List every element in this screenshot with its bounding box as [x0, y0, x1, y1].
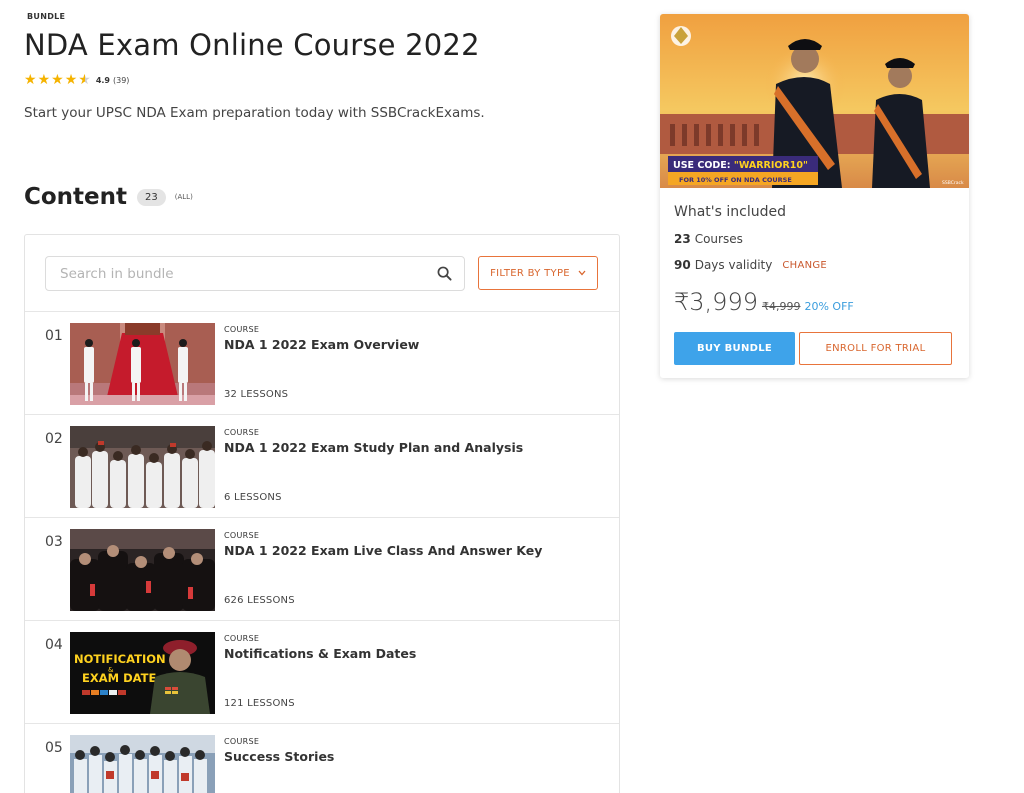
change-validity-link[interactable]: CHANGE — [782, 260, 827, 271]
discount-label: 20% OFF — [804, 300, 854, 313]
star-icon: ★ — [24, 72, 37, 88]
included-courses: 23 Courses — [674, 232, 959, 246]
content-title: Content — [24, 184, 128, 210]
banner-code-prefix: USE CODE: — [673, 160, 734, 171]
star-half-icon: ★ — [78, 72, 91, 88]
filter-label: FILTER BY TYPE — [490, 267, 570, 279]
filter-by-type-button[interactable]: FILTER BY TYPE — [478, 256, 598, 290]
bundle-card: USE CODE: "WARRIOR10" FOR 10% OFF ON NDA… — [660, 14, 969, 378]
search-icon[interactable] — [424, 257, 464, 290]
row-number: 03 — [45, 534, 63, 550]
list-item[interactable]: 05 COURSE Success Stories — [25, 723, 619, 793]
star-icon: ★ — [51, 72, 64, 88]
svg-text:USE CODE: "WARRIOR10": USE CODE: "WARRIOR10" — [673, 160, 808, 171]
content-all-label: (ALL) — [174, 193, 193, 201]
list-item[interactable]: 01 COURSE NDA 1 2022 Exam Overview 32 LE… — [25, 311, 619, 414]
lesson-count: 32 LESSONS — [224, 389, 289, 400]
courses-label: Courses — [694, 232, 743, 246]
rating-count[interactable]: (39) — [113, 76, 129, 85]
original-price: ₹4,999 — [761, 300, 801, 313]
buy-bundle-button[interactable]: BUY BUNDLE — [674, 332, 795, 365]
thumb-text-notification: NOTIFICATION — [74, 652, 166, 666]
row-kicker: COURSE — [224, 428, 260, 437]
lesson-count: 626 LESSONS — [224, 595, 295, 606]
list-item[interactable]: 03 COURSE NDA 1 2022 Exam Live Class And… — [25, 517, 619, 620]
course-title[interactable]: NDA 1 2022 Exam Overview — [224, 337, 419, 352]
course-thumbnail[interactable]: NOTIFICATION & EXAM DATE — [70, 632, 215, 714]
course-title[interactable]: NDA 1 2022 Exam Study Plan and Analysis — [224, 440, 523, 455]
content-count-badge: 23 — [137, 188, 166, 206]
search-input[interactable] — [46, 257, 424, 290]
course-title[interactable]: Success Stories — [224, 749, 334, 764]
row-number: 01 — [45, 328, 63, 344]
course-title[interactable]: NDA 1 2022 Exam Live Class And Answer Ke… — [224, 543, 542, 558]
row-kicker: COURSE — [224, 737, 260, 746]
row-kicker: COURSE — [224, 634, 260, 643]
lesson-count: 6 LESSONS — [224, 492, 282, 503]
row-kicker: COURSE — [224, 325, 260, 334]
rating-score: 4.9 — [95, 75, 110, 85]
bundle-banner-image: USE CODE: "WARRIOR10" FOR 10% OFF ON NDA… — [660, 14, 969, 188]
validity-label: Days validity — [694, 258, 773, 272]
course-thumbnail[interactable] — [70, 529, 215, 611]
courses-count: 23 — [674, 232, 691, 246]
rating: ★ ★ ★ ★ ★ 4.9 (39) — [24, 73, 129, 87]
enroll-trial-button[interactable]: ENROLL FOR TRIAL — [799, 332, 952, 365]
validity-count: 90 — [674, 258, 691, 272]
course-thumbnail[interactable] — [70, 735, 215, 793]
price-row: ₹3,999 ₹4,999 20% OFF — [674, 288, 959, 316]
thumb-text-exam-date: EXAM DATE — [82, 671, 156, 685]
content-panel: FILTER BY TYPE 01 — [24, 234, 620, 793]
course-title[interactable]: Notifications & Exam Dates — [224, 646, 416, 661]
row-number: 04 — [45, 637, 63, 653]
banner-credit: SSBCrack — [942, 180, 964, 186]
bundle-card-body: What's included 23 Courses 90 Days valid… — [674, 204, 959, 365]
list-item[interactable]: 04 NOTIFICATION & EXAM DATE COURSE Notif… — [25, 620, 619, 723]
chevron-down-icon — [578, 269, 586, 278]
course-list: 01 COURSE NDA 1 2022 Exam Overview 32 LE… — [25, 311, 619, 793]
bundle-description: Start your UPSC NDA Exam preparation tod… — [24, 105, 485, 121]
search-box — [45, 256, 465, 291]
lesson-count: 121 LESSONS — [224, 698, 295, 709]
star-icon: ★ — [64, 72, 78, 88]
content-heading: Content 23 (ALL) — [24, 184, 193, 210]
page-title: NDA Exam Online Course 2022 — [24, 28, 480, 62]
current-price: ₹3,999 — [674, 288, 758, 316]
row-number: 02 — [45, 431, 63, 447]
whats-included-title: What's included — [674, 204, 786, 220]
banner-offer: FOR 10% OFF ON NDA COURSE — [679, 176, 792, 184]
rating-stars: ★ ★ ★ ★ ★ — [24, 73, 91, 87]
course-thumbnail[interactable] — [70, 323, 215, 405]
course-thumbnail[interactable] — [70, 426, 215, 508]
star-icon: ★ — [37, 72, 51, 88]
bundle-kicker: BUNDLE — [27, 12, 66, 21]
row-number: 05 — [45, 740, 63, 756]
card-actions: BUY BUNDLE ENROLL FOR TRIAL — [674, 332, 959, 365]
banner-code: "WARRIOR10" — [734, 160, 808, 171]
list-item[interactable]: 02 COURSE NDA 1 2022 Exam Study Plan and… — [25, 414, 619, 517]
included-validity: 90 Days validity CHANGE — [674, 258, 959, 272]
row-kicker: COURSE — [224, 531, 260, 540]
